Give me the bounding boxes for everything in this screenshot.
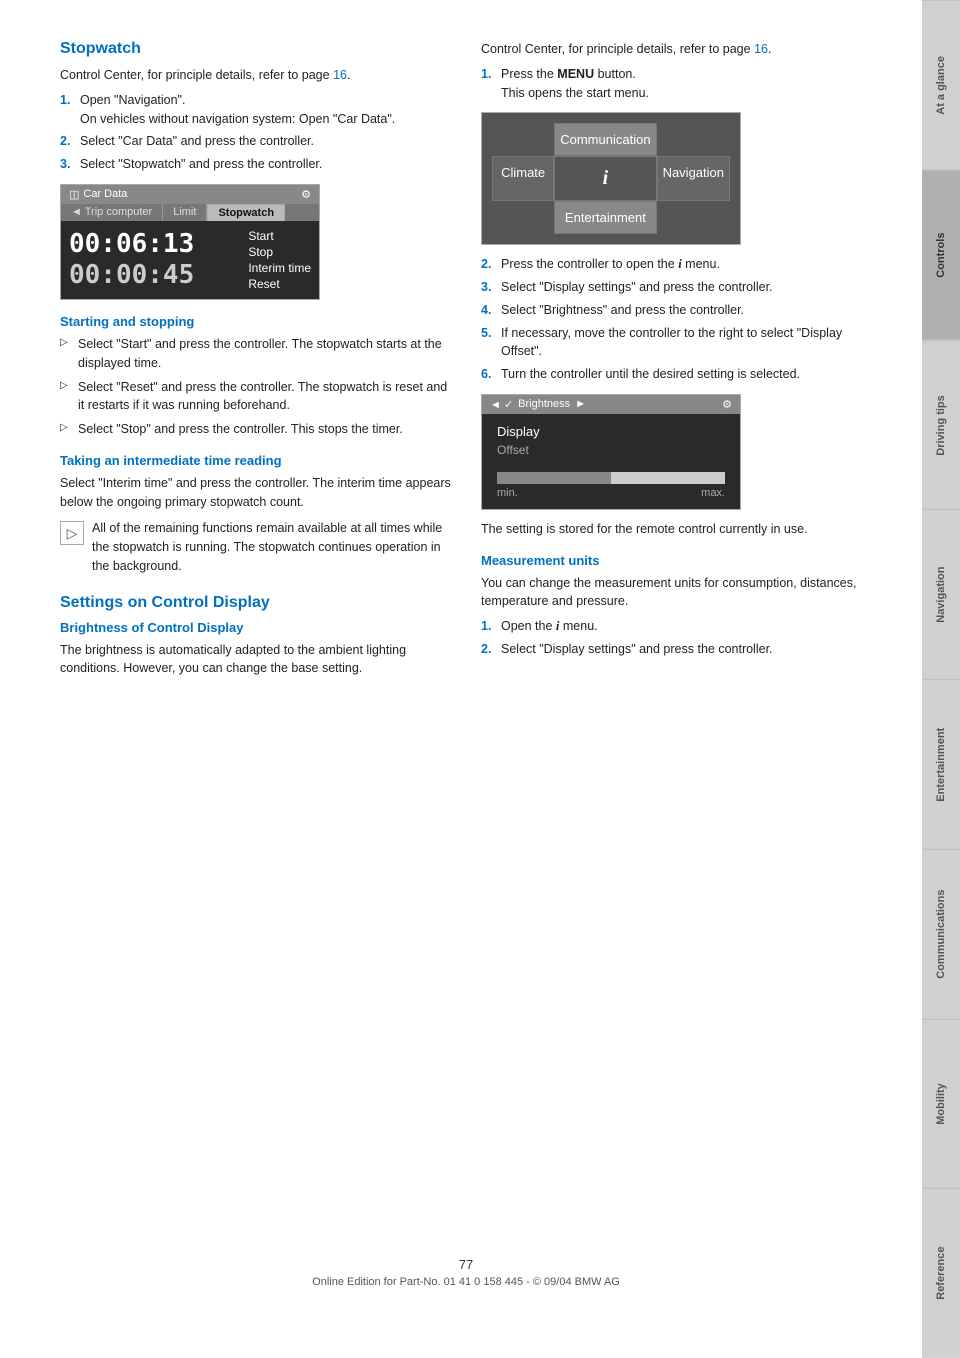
stopwatch-time-main: 00:06:13 — [69, 229, 233, 260]
brightness-bar-container — [497, 472, 725, 484]
note-icon: ▷ — [60, 521, 84, 545]
comm-climate: Climate — [492, 156, 554, 201]
measurement-steps: 1. Open the i menu. 2. Select "Display s… — [481, 617, 872, 659]
right-column: Control Center, for principle details, r… — [481, 40, 872, 1237]
right-step-3: 3. Select "Display settings" and press t… — [481, 278, 872, 297]
sidebar-item-entertainment[interactable]: Entertainment — [922, 679, 960, 849]
sidebar-item-communications[interactable]: Communications — [922, 849, 960, 1019]
right-step-1: 1. Press the MENU button. This opens the… — [481, 65, 872, 103]
tab-stopwatch[interactable]: Stopwatch — [207, 204, 285, 221]
measurement-text: You can change the measurement units for… — [481, 574, 872, 612]
page-footer: 77 Online Edition for Part-No. 01 41 0 1… — [60, 1237, 872, 1298]
control-interim: Interim time — [248, 261, 311, 275]
bullet-stop: Select "Stop" and press the controller. … — [60, 420, 451, 439]
brightness-titlebar: ◄ ✓ Brightness ► ⚙ — [482, 395, 740, 414]
bar-dark — [497, 472, 611, 484]
right-intro: Control Center, for principle details, r… — [481, 40, 872, 59]
right-step-2: 2. Press the controller to open the i me… — [481, 255, 872, 274]
sidebar-item-reference[interactable]: Reference — [922, 1188, 960, 1358]
sidebar-item-at-a-glance[interactable]: At a glance — [922, 0, 960, 170]
bar-min-label: min. — [497, 487, 518, 499]
stopwatch-titlebar: ◫ Car Data ⚙ — [61, 185, 319, 204]
control-start: Start — [248, 229, 311, 243]
stopwatch-settings-icon: ⚙ — [301, 188, 311, 201]
stopwatch-controls-list: Start Stop Interim time Reset — [233, 229, 311, 291]
right-steps-2: 2. Press the controller to open the i me… — [481, 255, 872, 384]
brightness-fwd-arrow: ► — [575, 398, 586, 410]
right-step-4: 4. Select "Brightness" and press the con… — [481, 301, 872, 320]
sidebar-item-navigation[interactable]: Navigation — [922, 509, 960, 679]
stopwatch-times: 00:06:13 00:00:45 — [69, 229, 233, 291]
stopwatch-page-link[interactable]: 16 — [333, 68, 347, 82]
interim-time-title: Taking an intermediate time reading — [60, 453, 451, 468]
stopwatch-title: Stopwatch — [60, 40, 451, 58]
brightness-bar — [497, 472, 725, 484]
stopwatch-titlebar-left: ◫ Car Data — [69, 188, 127, 201]
right-page-link[interactable]: 16 — [754, 42, 768, 56]
stopwatch-display: ◫ Car Data ⚙ ◄ Trip computer Limit Stopw… — [60, 184, 320, 300]
setting-stored-text: The setting is stored for the remote con… — [481, 520, 872, 539]
comm-entertainment: Entertainment — [554, 201, 656, 234]
measurement-step-2: 2. Select "Display settings" and press t… — [481, 640, 872, 659]
stopwatch-body: 00:06:13 00:00:45 Start Stop Interim tim… — [61, 221, 319, 299]
main-content: Stopwatch Control Center, for principle … — [0, 0, 922, 1358]
interim-time-text: Select "Interim time" and press the cont… — [60, 474, 451, 512]
brightness-display-label: Display — [497, 424, 725, 439]
right-step-6: 6. Turn the controller until the desired… — [481, 365, 872, 384]
bar-max-label: max. — [701, 487, 725, 499]
bullet-reset: Select "Reset" and press the controller.… — [60, 378, 451, 416]
comm-grid: Communication Climate i Navigation Enter… — [492, 123, 730, 234]
page-wrapper: At a glance Controls Driving tips Naviga… — [0, 0, 960, 1358]
brightness-offset-label: Offset — [497, 443, 725, 457]
left-column: Stopwatch Control Center, for principle … — [60, 40, 451, 1237]
comm-navigation: Navigation — [657, 156, 730, 201]
stopwatch-tabs: ◄ Trip computer Limit Stopwatch — [61, 204, 319, 221]
sidebar-item-mobility[interactable]: Mobility — [922, 1019, 960, 1189]
page-number: 77 — [60, 1257, 872, 1272]
sidebar-item-driving-tips[interactable]: Driving tips — [922, 340, 960, 510]
tab-trip-computer[interactable]: ◄ Trip computer — [61, 204, 163, 221]
comm-communication: Communication — [554, 123, 656, 156]
measurement-title: Measurement units — [481, 553, 872, 568]
brightness-text: The brightness is automatically adapted … — [60, 641, 451, 679]
tab-limit[interactable]: Limit — [163, 204, 207, 221]
i-icon-1: i — [678, 257, 681, 271]
menu-bold: MENU — [557, 67, 594, 81]
brightness-body: Display Offset min. max. — [482, 414, 740, 509]
brightness-display: ◄ ✓ Brightness ► ⚙ Display Offset — [481, 394, 741, 510]
comm-center-i: i — [554, 156, 656, 201]
note-box: ▷ All of the remaining functions remain … — [60, 519, 451, 575]
two-column-layout: Stopwatch Control Center, for principle … — [60, 40, 872, 1237]
right-step-5: 5. If necessary, move the controller to … — [481, 324, 872, 362]
measurement-step-1: 1. Open the i menu. — [481, 617, 872, 636]
stopwatch-step-1: 1. Open "Navigation". On vehicles withou… — [60, 91, 451, 129]
settings-title: Settings on Control Display — [60, 594, 451, 612]
stopwatch-time-secondary: 00:00:45 — [69, 260, 233, 291]
bar-light — [611, 472, 725, 484]
bullet-start: Select "Start" and press the controller.… — [60, 335, 451, 373]
bar-labels: min. max. — [497, 487, 725, 499]
comm-display: Communication Climate i Navigation Enter… — [481, 112, 741, 245]
starting-stopping-list: Select "Start" and press the controller.… — [60, 335, 451, 439]
starting-stopping-title: Starting and stopping — [60, 314, 451, 329]
control-stop: Stop — [248, 245, 311, 259]
side-tabs: At a glance Controls Driving tips Naviga… — [922, 0, 960, 1358]
stopwatch-intro: Control Center, for principle details, r… — [60, 66, 451, 85]
brightness-back-arrow: ◄ ✓ — [490, 398, 513, 411]
stopwatch-step-3: 3. Select "Stopwatch" and press the cont… — [60, 155, 451, 174]
brightness-settings-icon: ⚙ — [722, 398, 732, 411]
car-data-icon: ◫ — [69, 188, 79, 201]
footer-text: Online Edition for Part-No. 01 41 0 158 … — [312, 1276, 620, 1288]
right-steps-1: 1. Press the MENU button. This opens the… — [481, 65, 872, 103]
stopwatch-steps: 1. Open "Navigation". On vehicles withou… — [60, 91, 451, 174]
i-icon-2: i — [556, 619, 559, 633]
note-text: All of the remaining functions remain av… — [92, 519, 451, 575]
brightness-subtitle: Brightness of Control Display — [60, 620, 451, 635]
brightness-title: Brightness — [518, 398, 570, 410]
stopwatch-step-2: 2. Select "Car Data" and press the contr… — [60, 132, 451, 151]
control-reset: Reset — [248, 277, 311, 291]
sidebar-item-controls[interactable]: Controls — [922, 170, 960, 340]
